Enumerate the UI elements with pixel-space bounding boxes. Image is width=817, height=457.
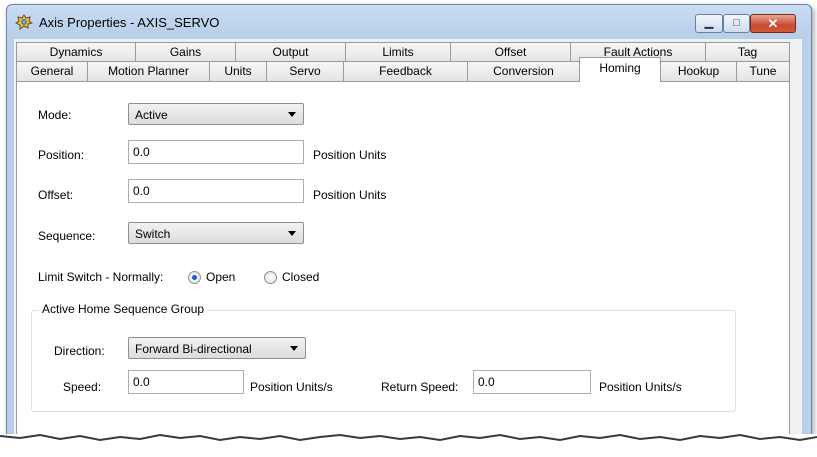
tab-limits[interactable]: Limits xyxy=(345,42,451,62)
maximize-icon: □ xyxy=(733,17,740,29)
mode-dropdown[interactable]: Active xyxy=(128,103,304,125)
position-value: 0.0 xyxy=(133,145,150,159)
tab-motion-planner[interactable]: Motion Planner xyxy=(87,61,210,81)
position-units: Position Units xyxy=(313,148,387,162)
window-title: Axis Properties - AXIS_SERVO xyxy=(39,15,220,30)
return-speed-field[interactable]: 0.0 xyxy=(473,370,591,394)
close-icon: ✕ xyxy=(767,16,779,31)
return-speed-value: 0.0 xyxy=(478,375,495,389)
tab-general[interactable]: General xyxy=(16,61,88,81)
mode-value: Active xyxy=(135,108,168,122)
chevron-down-icon xyxy=(290,346,298,351)
direction-label: Direction: xyxy=(54,344,105,358)
close-button[interactable]: ✕ xyxy=(750,14,796,33)
open-radio[interactable] xyxy=(188,271,201,284)
title-bar[interactable]: Axis Properties - AXIS_SERVO ▁ □ ✕ xyxy=(7,5,811,39)
minimize-button[interactable]: ▁ xyxy=(695,14,723,33)
group-title: Active Home Sequence Group xyxy=(39,302,208,316)
minimize-icon: ▁ xyxy=(704,17,714,29)
open-label: Open xyxy=(206,270,236,284)
limit-switch-label: Limit Switch - Normally: xyxy=(38,270,164,284)
tab-gains[interactable]: Gains xyxy=(135,42,236,62)
maximize-button[interactable]: □ xyxy=(723,14,750,33)
direction-dropdown[interactable]: Forward Bi-directional xyxy=(128,337,306,359)
sequence-dropdown[interactable]: Switch xyxy=(128,222,304,244)
tab-output[interactable]: Output xyxy=(235,42,346,62)
sequence-label: Sequence: xyxy=(38,229,96,243)
sequence-value: Switch xyxy=(135,227,171,241)
offset-value: 0.0 xyxy=(133,184,150,198)
tab-offset[interactable]: Offset xyxy=(450,42,571,62)
torn-edge xyxy=(0,434,817,457)
tab-tune[interactable]: Tune xyxy=(736,61,790,81)
tab-servo[interactable]: Servo xyxy=(266,61,344,81)
return-speed-units: Position Units/s xyxy=(599,380,682,394)
tab-tag[interactable]: Tag xyxy=(705,42,790,62)
speed-label: Speed: xyxy=(63,380,102,394)
tab-units[interactable]: Units xyxy=(209,61,267,81)
chevron-down-icon xyxy=(288,231,296,236)
tab-hookup[interactable]: Hookup xyxy=(660,61,737,81)
position-field[interactable]: 0.0 xyxy=(128,140,304,164)
radio-selected-dot xyxy=(192,275,197,280)
tab-feedback[interactable]: Feedback xyxy=(343,61,468,81)
direction-value: Forward Bi-directional xyxy=(135,342,252,356)
offset-label: Offset: xyxy=(38,188,74,202)
gear-icon xyxy=(15,14,34,30)
tab-conversion[interactable]: Conversion xyxy=(467,61,580,81)
offset-field[interactable]: 0.0 xyxy=(128,179,304,203)
chevron-down-icon xyxy=(288,112,296,117)
mode-label: Mode: xyxy=(38,108,72,122)
tab-dynamics[interactable]: Dynamics xyxy=(16,42,136,62)
offset-units: Position Units xyxy=(313,188,387,202)
return-speed-label: Return Speed: xyxy=(381,380,459,394)
speed-units: Position Units/s xyxy=(250,380,333,394)
active-home-sequence-group xyxy=(31,310,736,412)
tab-homing[interactable]: Homing xyxy=(579,57,661,82)
closed-radio[interactable] xyxy=(264,271,277,284)
speed-field[interactable]: 0.0 xyxy=(128,370,244,394)
position-label: Position: xyxy=(38,148,85,162)
speed-value: 0.0 xyxy=(133,375,150,389)
closed-label: Closed xyxy=(282,270,320,284)
